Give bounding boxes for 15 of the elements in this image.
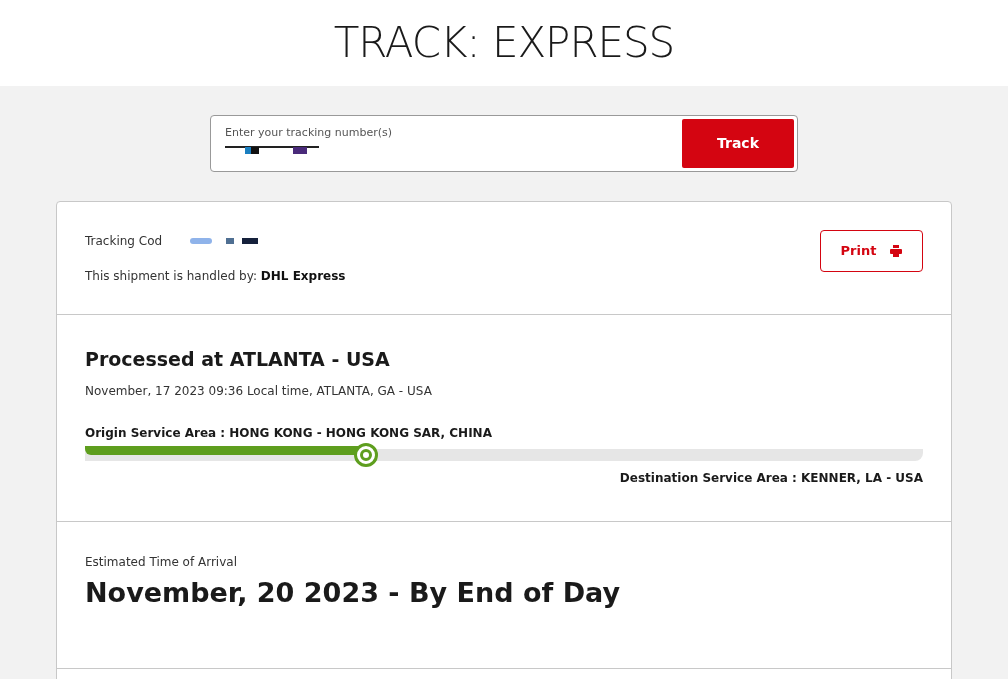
eta-value: November, 20 2023 - By End of Day — [85, 576, 622, 610]
printer-icon — [890, 245, 903, 257]
origin-label: Origin Service Area : HONG KONG - HONG KONG SAR, CHINA — [85, 424, 493, 442]
field-label: Enter your tracking number(s) — [225, 125, 393, 141]
handled-by-text: This shipment is handled by: DHL Express — [85, 267, 346, 285]
page-title: TRACK: EXPRESS — [333, 22, 675, 64]
track-button[interactable]: Track — [682, 119, 794, 168]
status-timestamp: November, 17 2023 09:36 Local time, ATLANTA, GA - USA — [85, 382, 433, 400]
tracking-search-field[interactable]: Enter your tracking number(s) Track — [210, 115, 798, 172]
tracking-label: Tracking Cod — [85, 232, 163, 250]
status-title: Processed at ATLANTA - USA — [85, 347, 391, 372]
print-button[interactable]: Print — [820, 230, 923, 272]
progress-marker-icon — [353, 442, 378, 467]
destination-label: Destination Service Area : KENNER, LA - USA — [618, 469, 923, 487]
eta-label: Estimated Time of Arrival — [85, 554, 238, 571]
